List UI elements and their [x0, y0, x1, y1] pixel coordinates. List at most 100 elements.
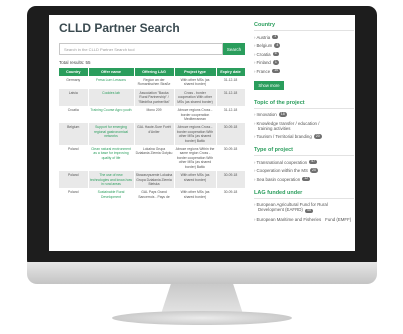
monitor-chin [27, 262, 377, 284]
cell-expiry: 30-09-18 [216, 171, 245, 189]
count-badge: 1 [272, 34, 279, 40]
filter-item-sea-basin[interactable]: › Sea basin cooperation 12 [254, 176, 354, 182]
cell-country: Germany [59, 76, 89, 89]
filter-item-label: Austria [256, 34, 271, 40]
cell-expiry: 31-12-18 [216, 106, 245, 124]
cell-offer-link[interactable]: Clean natural environment as a base for … [88, 145, 135, 172]
cell-country: Belgium [59, 123, 89, 146]
cell-country: Poland [59, 145, 89, 172]
table-header-row: Country Offer name Offering LAG Project … [59, 68, 245, 76]
cell-project-type: Abroze regions Cross - border cooperatio… [174, 106, 217, 124]
cell-project-type: Abroze regions Cross - border cooperatio… [174, 123, 217, 146]
cell-lag: Mono 209 [134, 106, 175, 124]
cell-project-type: Cross - border cooperation With other MS… [174, 88, 217, 107]
cell-country: Croatia [59, 106, 89, 124]
chevron-right-icon: › [254, 159, 256, 165]
filter-item-label-continued: Fund (EMFF) [325, 216, 352, 222]
show-more-button[interactable]: Show more [254, 80, 284, 90]
cell-offer-link[interactable]: Cookies lab [88, 88, 135, 107]
count-badge: 1 [272, 59, 279, 65]
filter-item-label-continued: training activities [258, 125, 291, 131]
filter-item-eafrd[interactable]: › European Agricultural Fund for Rural D… [254, 202, 354, 214]
monitor-stand-base [112, 311, 292, 325]
cell-expiry: 31-12-18 [216, 76, 245, 89]
filter-item-label: Sea basin cooperation [256, 176, 301, 182]
table-row: Poland Sustainable Rural Development GAL… [59, 188, 245, 202]
filter-item-label: Innovation [256, 112, 277, 117]
filter-heading-topic: Topic of the project [254, 100, 354, 109]
cell-country: Latvia [59, 88, 89, 107]
filter-item-label: Tourism / Territorial branding [256, 134, 312, 139]
filter-item-emff[interactable]: › European Maritime and Fisheries Fund (… [254, 217, 354, 222]
cell-offer-link[interactable]: Sustainable Rural Development [88, 188, 135, 202]
cell-project-type: Abroze regions Within the same region Cr… [174, 145, 217, 172]
filter-sidebar: Country › Austria 1 › Belgium 4 › Croati… [254, 15, 354, 251]
column-header-country[interactable]: Country [59, 68, 89, 76]
column-header-offer-name[interactable]: Offer name [88, 68, 135, 76]
chevron-right-icon: › [254, 134, 256, 139]
cell-offer-link[interactable]: Support for emerging regional gastronomi… [88, 123, 135, 146]
filter-item-within-ms[interactable]: › Cooperation within the MS 20 [254, 168, 354, 173]
filter-item-tourism[interactable]: › Tourism / Territorial branding 20 [254, 134, 354, 139]
cell-expiry: 30-09-18 [216, 123, 245, 146]
filter-item-croatia[interactable]: › Croatia 6 [254, 51, 354, 57]
filter-item-label: Finland [256, 60, 271, 65]
chevron-right-icon: › [254, 51, 256, 57]
monitor-stand-neck [161, 284, 243, 314]
count-badge: 18 [278, 111, 287, 117]
search-input[interactable] [59, 43, 223, 55]
count-badge: 45 [304, 208, 313, 214]
filter-item-label: Belgium [256, 43, 273, 48]
filter-item-innovation[interactable]: › Innovation 18 [254, 112, 354, 117]
cell-expiry: 30-09-18 [216, 145, 245, 172]
count-badge: 20 [313, 133, 322, 139]
table-row: Latvia Cookies lab Association "Bauka Ru… [59, 88, 245, 107]
filter-item-austria[interactable]: › Austria 1 [254, 34, 354, 40]
results-table: Country Offer name Offering LAG Project … [59, 68, 245, 202]
chevron-right-icon: › [254, 112, 256, 117]
cell-lag: Association "Bauka Rural Partnership" / … [134, 88, 175, 107]
filter-heading-country: Country [254, 22, 354, 31]
chevron-right-icon: › [254, 176, 256, 182]
column-header-project-type[interactable]: Project type [174, 68, 217, 76]
monitor-screen: CLLD Partner Search Search Total results… [49, 15, 355, 251]
cell-offer-link[interactable]: Training Course Agro youth [88, 106, 135, 124]
filter-item-label: France [256, 68, 271, 74]
filter-item-label: European Maritime and Fisheries [256, 216, 322, 222]
filter-item-belgium[interactable]: › Belgium 4 [254, 43, 354, 48]
cell-offer-link[interactable]: Fresa Lurn Lessons [88, 76, 135, 89]
column-header-offering-lag[interactable]: Offering LAG [134, 68, 175, 76]
chevron-right-icon: › [254, 216, 256, 222]
filter-item-transnational[interactable]: › Transnational cooperation 47 [254, 159, 354, 165]
count-badge: 10 [272, 68, 281, 74]
filter-heading-type: Type of project [254, 147, 354, 156]
cell-lag: GAL Pays Grand Sancerrois - Pays de [134, 188, 175, 202]
count-badge: 20 [309, 167, 318, 173]
cell-lag: Lokalna Grupa Działania Ziemia Gotyku [134, 145, 175, 172]
filter-item-label-continued-text: Development (EAFRD) [258, 207, 303, 212]
cell-offer-link[interactable]: The use of new technologies and know-how… [88, 171, 135, 189]
count-badge: 12 [302, 176, 311, 182]
chevron-right-icon: › [254, 43, 256, 48]
filter-item-france[interactable]: › France 10 [254, 68, 354, 74]
table-row: Poland Clean natural environment as a ba… [59, 145, 245, 172]
total-results: Total results: 55 [59, 60, 91, 65]
chevron-right-icon: › [254, 34, 256, 40]
chevron-right-icon: › [254, 60, 256, 65]
column-header-expiry-date[interactable]: Expiry date [216, 68, 245, 76]
cell-lag: GAL Haute-Sure Forêt d'Anlier [134, 123, 175, 146]
count-badge: 4 [274, 42, 281, 48]
filter-item-label-continued: Development (EAFRD) 45 [254, 207, 313, 214]
cell-country: Poland [59, 171, 89, 189]
chevron-right-icon: › [254, 68, 256, 74]
filter-item-knowledge-transfer[interactable]: › Knowledge transfer / education / train… [254, 121, 354, 131]
filter-item-label: Croatia [256, 51, 271, 57]
count-badge: 47 [309, 159, 318, 165]
filter-item-finland[interactable]: › Finland 1 [254, 60, 354, 65]
search-bar: Search [59, 43, 245, 55]
results-column: CLLD Partner Search Search Total results… [59, 15, 245, 251]
cell-country: Poland [59, 188, 89, 202]
cell-lag: Stowarzyszenie Lokalna Grupa Działania Z… [134, 171, 175, 189]
cell-project-type: With other MSs (as shared border) [174, 171, 217, 189]
search-button[interactable]: Search [223, 43, 245, 55]
